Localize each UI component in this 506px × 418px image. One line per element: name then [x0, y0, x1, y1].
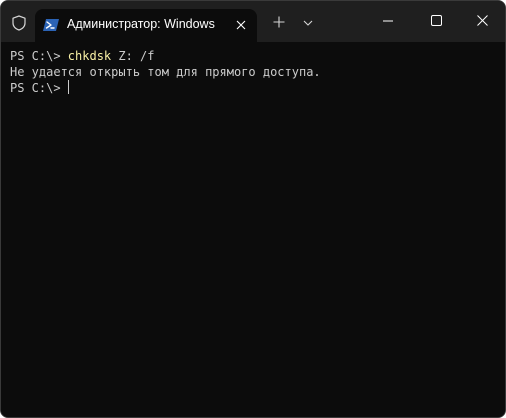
prompt: PS C:\>: [10, 81, 68, 95]
new-tab-button[interactable]: [267, 12, 291, 36]
close-icon: [476, 13, 488, 31]
prompt: PS C:\>: [10, 49, 68, 63]
terminal-output[interactable]: PS C:\> chkdsk Z: /f Не удается открыть …: [1, 42, 505, 417]
maximize-button[interactable]: [413, 1, 459, 42]
close-window-button[interactable]: [459, 1, 505, 42]
text-cursor: [67, 80, 69, 94]
minimize-icon: [383, 13, 393, 31]
maximize-icon: [430, 13, 442, 31]
error-output: Не удается открыть том для прямого досту…: [10, 65, 321, 79]
tab-powershell[interactable]: Администратор: Windows: [35, 9, 257, 42]
close-tab-icon[interactable]: [233, 17, 249, 33]
profile-dropdown-button[interactable]: [296, 12, 320, 36]
powershell-icon: [43, 17, 59, 33]
title-bar[interactable]: Администратор: Windows: [1, 1, 505, 42]
plus-icon: [273, 15, 285, 33]
terminal-window: Администратор: Windows PS C:\> chkdsk Z:…: [0, 0, 506, 418]
command-name: chkdsk: [67, 49, 112, 63]
tab-title: Администратор: Windows: [67, 17, 215, 31]
terminal-line: PS C:\>: [10, 80, 505, 96]
shield-icon[interactable]: [5, 9, 33, 37]
minimize-button[interactable]: [365, 1, 411, 42]
chevron-down-icon: [303, 15, 313, 33]
command-args: Z: /f: [111, 49, 155, 63]
terminal-line: Не удается открыть том для прямого досту…: [10, 64, 505, 80]
terminal-line: PS C:\> chkdsk Z: /f: [10, 48, 505, 64]
